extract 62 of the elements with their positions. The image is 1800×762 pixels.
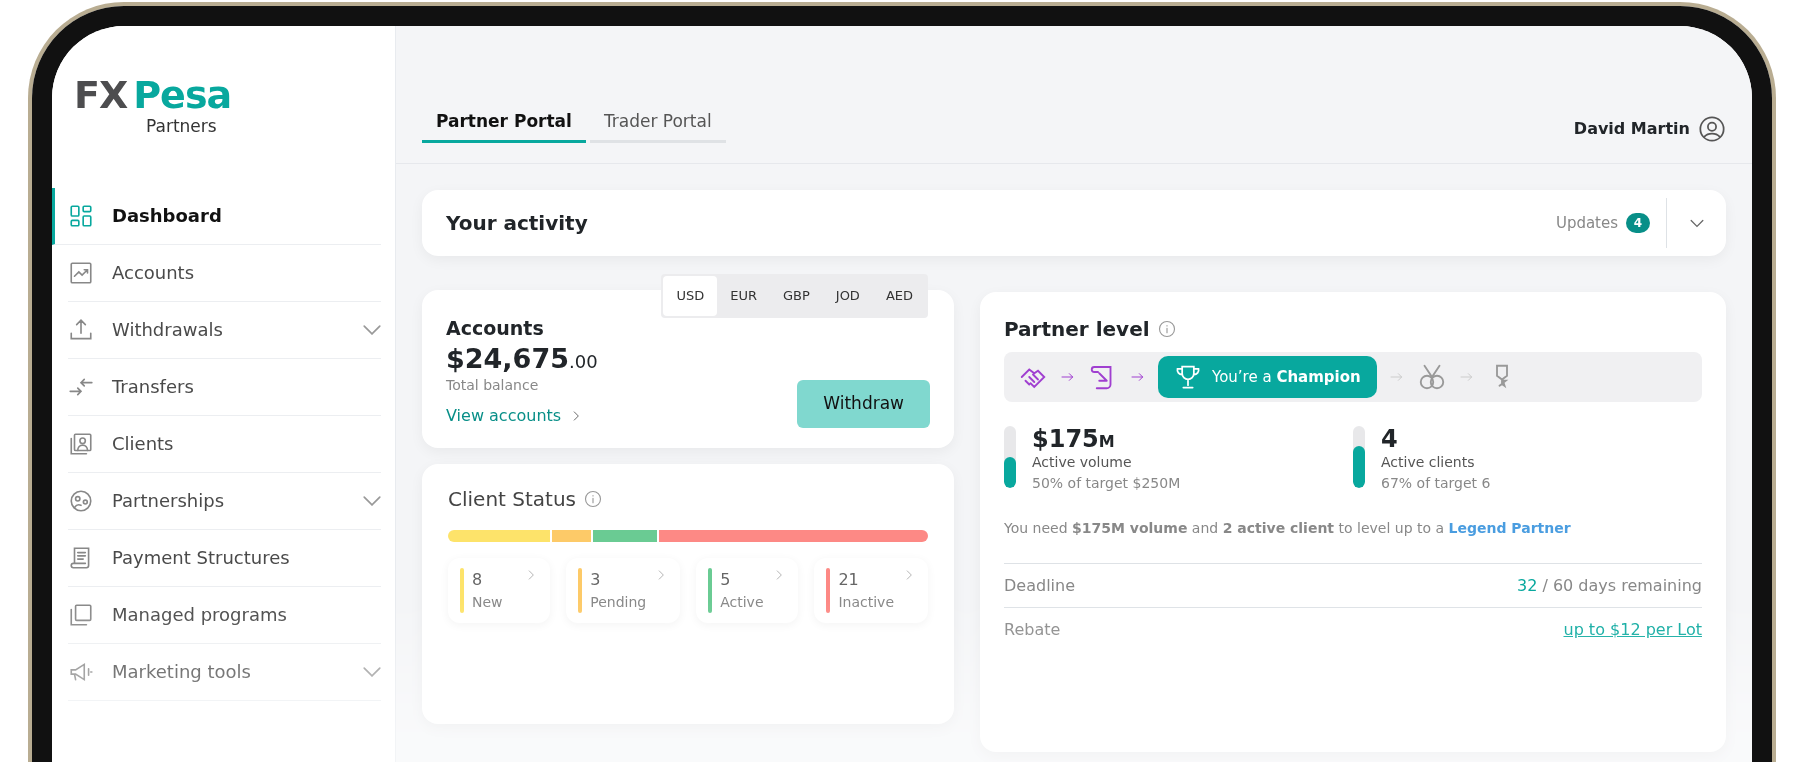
currency-tab[interactable]: GBP	[769, 276, 823, 316]
layers-icon	[68, 601, 94, 628]
detail-label: Deadline	[1004, 574, 1075, 597]
people-icon	[68, 487, 94, 514]
status-tile[interactable]: 5 Active	[696, 557, 799, 623]
currency-tab[interactable]: USD	[663, 276, 718, 316]
info-icon	[584, 489, 602, 508]
status-count: 8	[472, 568, 484, 591]
metric-label: Active clients	[1381, 453, 1476, 473]
view-accounts-link[interactable]: View accounts	[446, 403, 798, 428]
logo-subtitle: Partners	[146, 115, 217, 138]
metric-target: 67% of target 6	[1381, 474, 1491, 494]
status-count: 3	[590, 568, 602, 591]
withdraw-button[interactable]: Withdraw	[797, 380, 930, 428]
updates-label: Updates	[1555, 212, 1619, 234]
user-icon[interactable]	[1698, 115, 1726, 143]
card-title: Client Status	[448, 485, 576, 513]
metric-value: 4	[1381, 426, 1399, 453]
trophy-icon	[1174, 363, 1202, 391]
status-count: 21	[838, 568, 860, 591]
currency-tab[interactable]: JOD	[822, 276, 873, 316]
person-icon	[68, 430, 94, 457]
status-label: Pending	[590, 592, 647, 612]
status-label: New	[472, 592, 504, 612]
portal-tab[interactable]: Partner Portal	[422, 102, 586, 143]
currency-tab[interactable]: EUR	[717, 276, 770, 316]
level-label: You’re a Champion	[1212, 366, 1361, 388]
chart-icon	[68, 259, 94, 286]
logo-text: FX	[74, 76, 128, 114]
grid-icon	[68, 202, 94, 229]
sidebar-item[interactable]: Transfers	[68, 358, 381, 416]
info-icon	[1157, 320, 1176, 338]
detail-value: 32 / 60 days remaining	[1517, 574, 1702, 597]
balance-amount: $24,675.00	[446, 342, 599, 375]
metric-target: 50% of target $250M	[1032, 474, 1181, 494]
sidebar-item[interactable]: Partnerships	[68, 472, 381, 530]
detail-label: Rebate	[1004, 618, 1061, 641]
sidebar-item[interactable]: Dashboard	[52, 187, 381, 245]
card-title: Your activity	[446, 210, 589, 237]
level-up-message: You need $175M volume and 2 active client to level up to a Legend Partner	[1004, 519, 1572, 539]
sidebar-item[interactable]: Payment Structures	[68, 529, 381, 587]
status-label: Active	[720, 592, 765, 612]
metric-label: Active volume	[1032, 453, 1133, 473]
user-name: David Martin	[1573, 118, 1690, 140]
status-tile[interactable]: 3 Pending	[566, 557, 681, 623]
sidebar-item[interactable]: Withdrawals	[68, 301, 381, 359]
logo-text: Pesa	[133, 76, 232, 114]
status-count: 5	[720, 568, 732, 591]
metric-value: $175M	[1032, 426, 1116, 453]
currency-tab[interactable]: AED	[872, 276, 926, 316]
card-title: Accounts	[446, 316, 545, 341]
status-label: Inactive	[838, 592, 894, 612]
portal-tab[interactable]: Trader Portal	[589, 102, 726, 143]
sidebar-item[interactable]: Clients	[68, 415, 381, 473]
card-title: Partner level	[1004, 316, 1150, 343]
sidebar-item[interactable]: Managed programs	[68, 586, 381, 644]
status-tile[interactable]: 8 New	[448, 557, 551, 623]
balance-caption: Total balance	[446, 375, 540, 395]
sidebar-item[interactable]: Marketing tools	[68, 643, 381, 701]
status-tile[interactable]: 21 Inactive	[814, 557, 928, 623]
count-badge: 4	[1626, 212, 1650, 234]
sidebar-item[interactable]: Accounts	[68, 244, 381, 302]
